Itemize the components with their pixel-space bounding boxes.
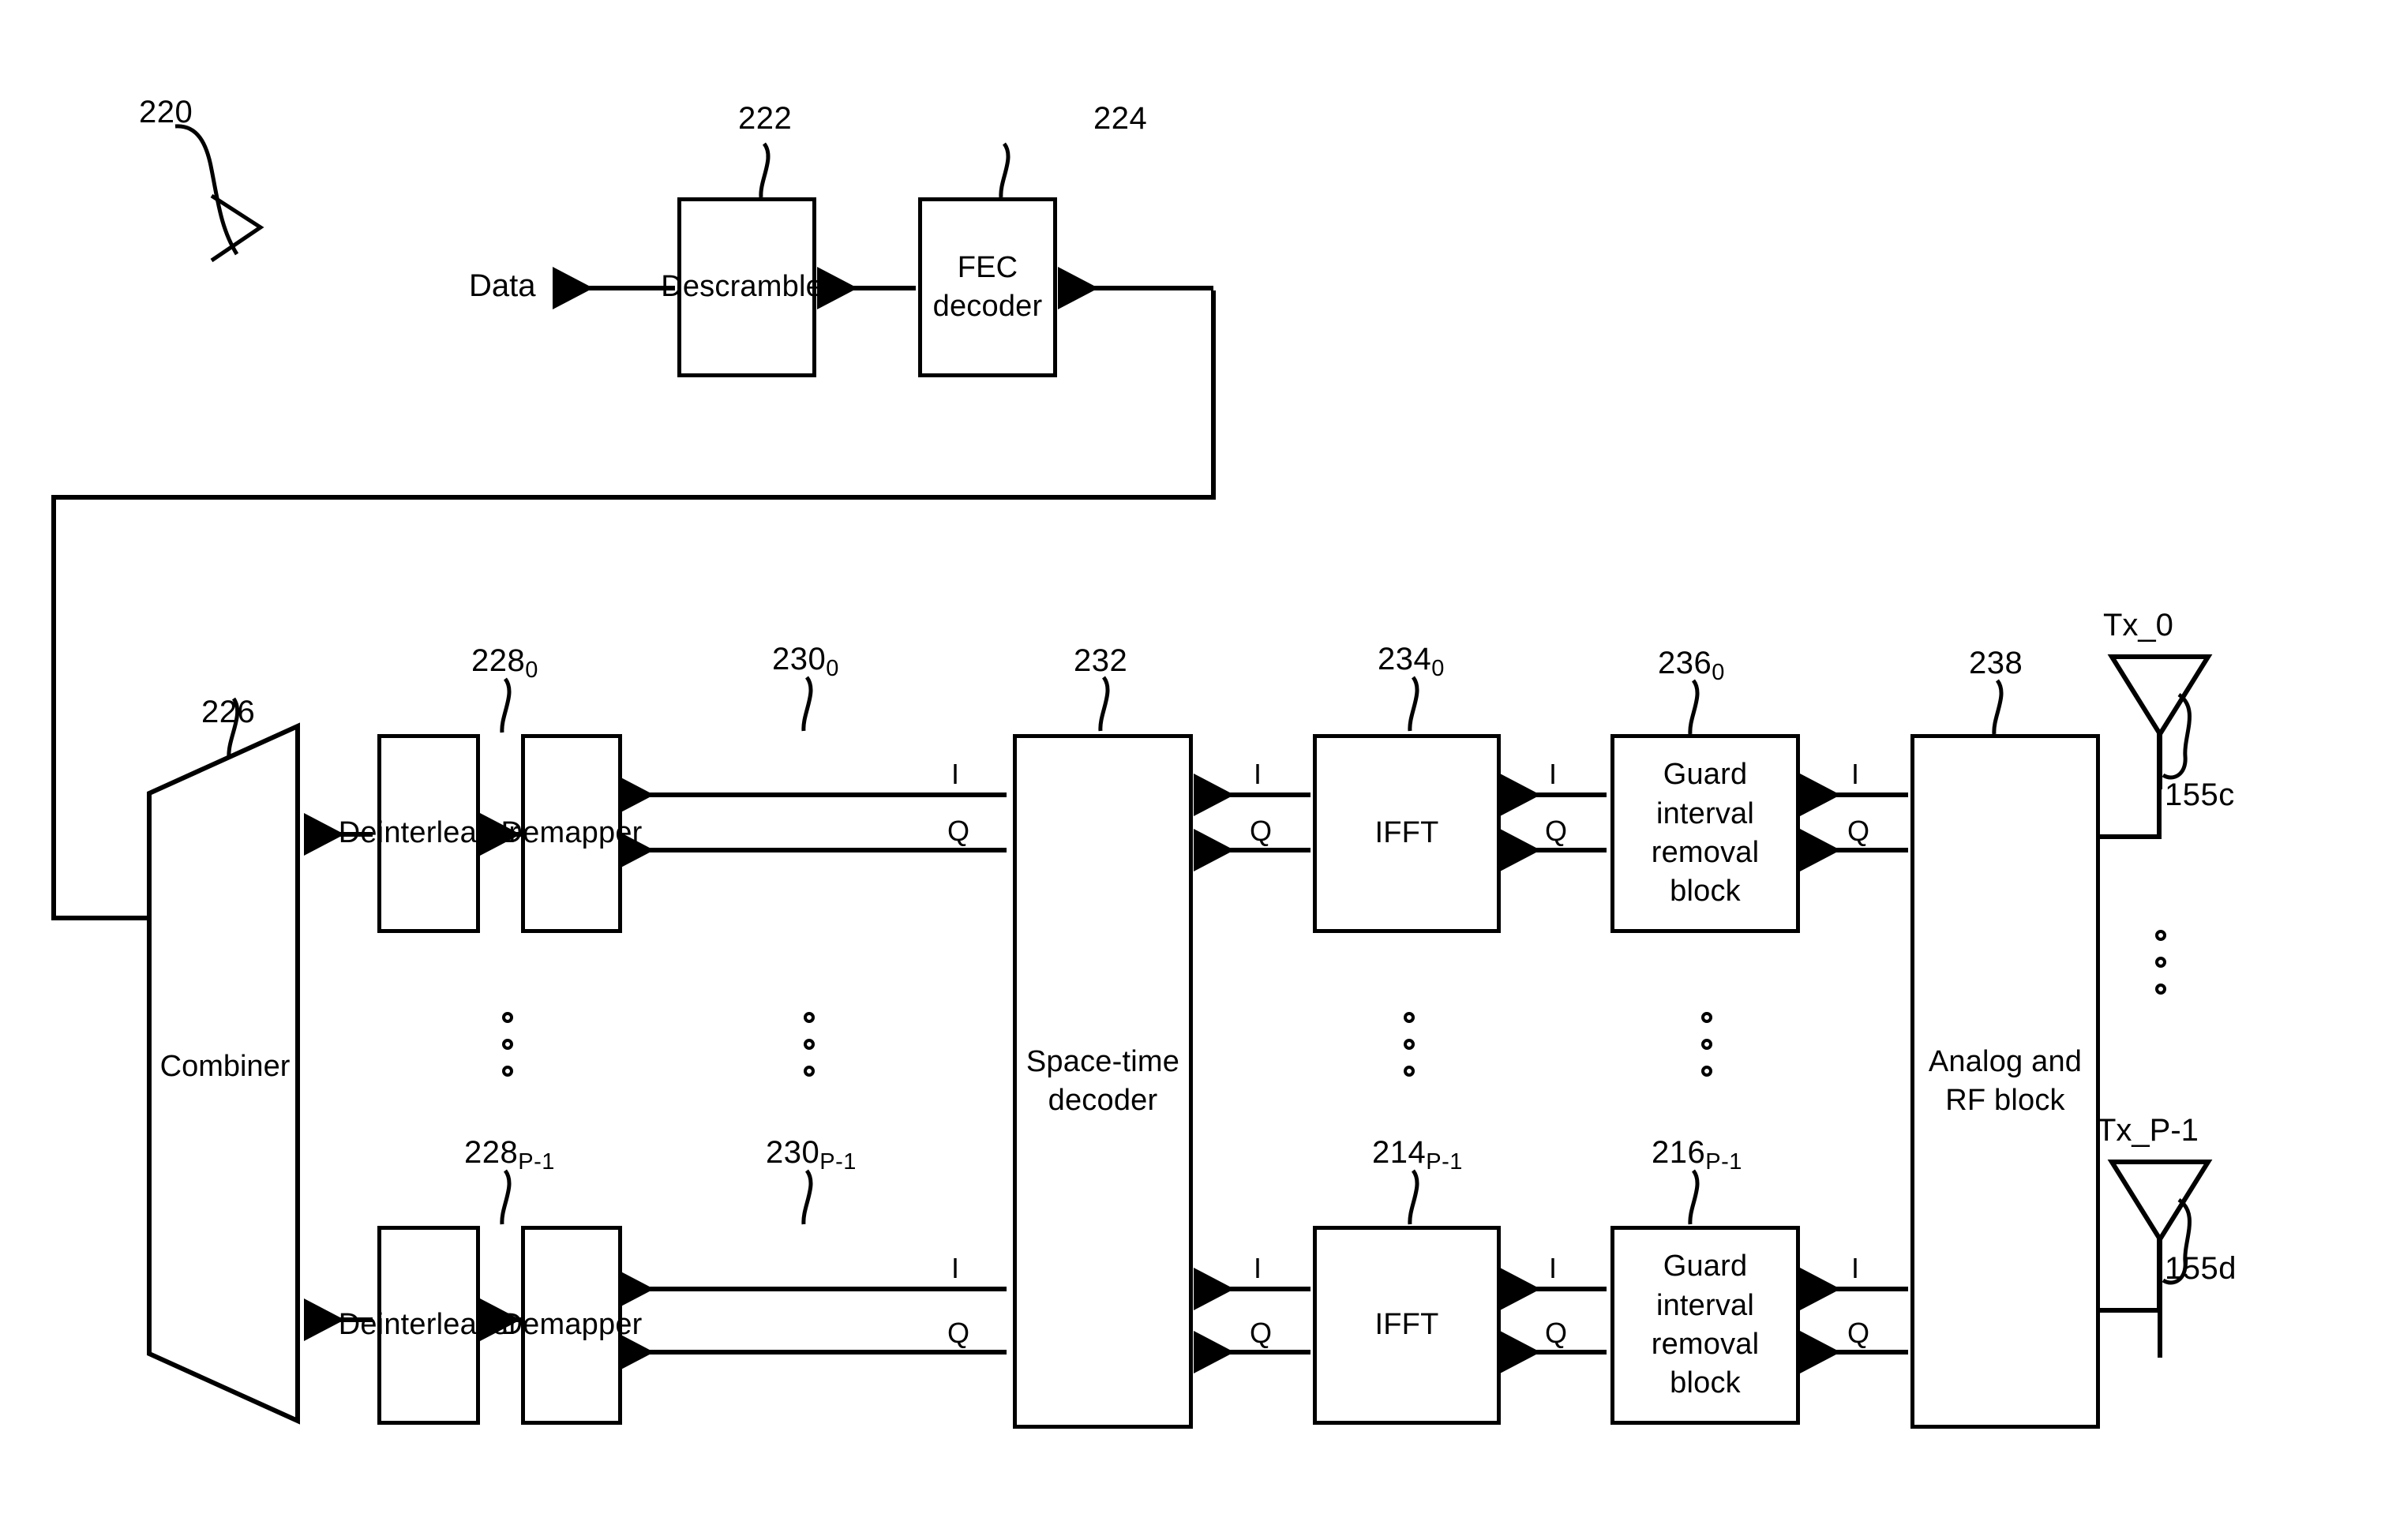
leader-220 — [174, 124, 239, 256]
antenna-bottom-triangle — [2107, 1160, 2213, 1244]
ref-155c: 155c — [2165, 777, 2235, 812]
iq-label-ifftP-std-i: I — [1254, 1252, 1262, 1284]
leader-214-P — [1408, 1169, 1419, 1225]
iq-label-rf-guardP-i: I — [1851, 1252, 1860, 1284]
block-demapper-top-label: Demapper — [501, 816, 643, 850]
ref-155d: 155d — [2165, 1251, 2237, 1286]
iq-label-rf-guard0-i: I — [1851, 758, 1860, 790]
block-combiner-label-wrap[interactable]: Combiner — [154, 1050, 296, 1084]
data-output-label: Data — [469, 268, 536, 303]
block-demapper-bottom-label: Demapper — [501, 1308, 643, 1342]
ref-234-0: 2340 — [1378, 642, 1445, 681]
ellipsis-antenna-column — [2155, 930, 2166, 995]
iq-label-guard0-ifft0-q: Q — [1545, 815, 1568, 847]
leader-238 — [1992, 679, 2004, 735]
ellipsis-ifft-column — [1404, 1012, 1415, 1077]
ellipsis-demapper-column — [804, 1012, 815, 1077]
ellipsis-deinterleaver-column — [502, 1012, 513, 1077]
block-guard-interval-removal-top[interactable]: Guard interval removal block — [1610, 734, 1800, 933]
leader-236-0 — [1688, 679, 1700, 735]
antenna-top-triangle — [2107, 654, 2213, 739]
leader-228-0 — [500, 677, 512, 733]
block-fec-decoder-label: FEC decoder — [932, 250, 1043, 323]
ref-222: 222 — [738, 101, 793, 136]
iq-label-guardP-ifftP-i: I — [1549, 1252, 1558, 1284]
ellipsis-guard-column — [1701, 1012, 1712, 1077]
block-guard-interval-removal-top-label: Guard interval removal block — [1651, 758, 1760, 909]
block-demapper-top[interactable]: Demapper — [501, 734, 642, 933]
ref-228-0: 2280 — [471, 643, 538, 683]
iq-label-std-demap0-q: Q — [947, 815, 970, 847]
block-analog-rf-label: Analog and RF block — [1928, 1044, 2083, 1117]
block-space-time-decoder-label: Space-time decoder — [1026, 1044, 1180, 1117]
iq-label-rf-guard0-q: Q — [1847, 815, 1870, 847]
ref-228-P: 228P-1 — [464, 1135, 555, 1175]
block-demapper-bottom[interactable]: Demapper — [501, 1226, 642, 1425]
block-guard-interval-removal-bottom[interactable]: Guard interval removal block — [1610, 1226, 1800, 1425]
ref-232: 232 — [1074, 643, 1128, 678]
block-guard-interval-removal-bottom-label: Guard interval removal block — [1651, 1250, 1760, 1400]
block-deinterleaver-bottom[interactable]: Deinterleaver — [339, 1226, 519, 1425]
block-fec-decoder[interactable]: FEC decoder — [918, 197, 1057, 377]
iq-label-ifft0-std-i: I — [1254, 758, 1262, 790]
patent-figure-220: Descrambler FEC decoder Deinterleaver De… — [0, 0, 2381, 1540]
block-ifft-bottom[interactable]: IFFT — [1313, 1226, 1501, 1425]
leader-232 — [1098, 676, 1110, 732]
ref-220: 220 — [139, 95, 193, 129]
ref-216-P: 216P-1 — [1652, 1135, 1742, 1175]
antenna-bottom-name-label: Tx_P-1 — [2097, 1113, 2199, 1148]
iq-label-ifft0-std-q: Q — [1250, 815, 1273, 847]
ref-224: 224 — [1093, 101, 1148, 136]
block-combiner-label: Combiner — [159, 1050, 291, 1083]
ref-238: 238 — [1969, 646, 2023, 680]
iq-label-std-demapP-q: Q — [947, 1317, 970, 1349]
leader-234-0 — [1408, 676, 1419, 732]
block-descrambler[interactable]: Descrambler — [661, 197, 833, 377]
block-deinterleaver-bottom-label: Deinterleaver — [338, 1308, 519, 1342]
ref-214-P: 214P-1 — [1372, 1135, 1463, 1175]
block-descrambler-label: Descrambler — [661, 270, 833, 304]
iq-label-guard0-ifft0-i: I — [1549, 758, 1558, 790]
iq-label-guardP-ifftP-q: Q — [1545, 1317, 1568, 1349]
leader-228-P — [500, 1169, 512, 1225]
ref-230-0: 2300 — [772, 642, 839, 681]
iq-label-std-demapP-i: I — [951, 1252, 960, 1284]
ref-236-0: 2360 — [1658, 646, 1725, 685]
iq-label-ifftP-std-q: Q — [1250, 1317, 1273, 1349]
leader-224 — [999, 142, 1011, 198]
leader-230-P — [801, 1169, 813, 1225]
block-deinterleaver-top[interactable]: Deinterleaver — [339, 734, 519, 933]
block-ifft-top-label: IFFT — [1374, 816, 1439, 850]
block-deinterleaver-top-label: Deinterleaver — [338, 816, 519, 850]
block-space-time-decoder[interactable]: Space-time decoder — [1013, 734, 1193, 1429]
leader-222 — [759, 142, 771, 198]
antenna-bottom-feed — [2100, 1231, 2162, 1313]
leader-216-P — [1688, 1169, 1700, 1225]
antenna-top-name-label: Tx_0 — [2103, 608, 2173, 643]
iq-label-std-demap0-i: I — [951, 758, 960, 790]
block-ifft-top[interactable]: IFFT — [1313, 734, 1501, 933]
block-ifft-bottom-label: IFFT — [1374, 1308, 1439, 1342]
block-analog-rf[interactable]: Analog and RF block — [1910, 734, 2100, 1429]
ref-230-P: 230P-1 — [766, 1135, 857, 1175]
leader-230-0 — [801, 676, 813, 732]
ref-226: 226 — [201, 695, 256, 729]
iq-label-rf-guardP-q: Q — [1847, 1317, 1870, 1349]
